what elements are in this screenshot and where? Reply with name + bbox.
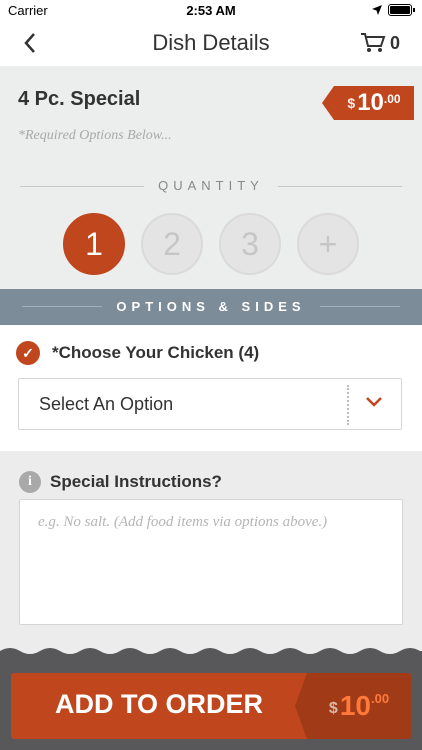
chicken-select-value: Select An Option	[39, 394, 174, 414]
price-cents: .00	[383, 92, 401, 106]
add-to-order-label: ADD TO ORDER	[54, 689, 263, 719]
quantity-heading: QUANTITY	[0, 177, 422, 195]
battery-icon	[388, 4, 415, 16]
dish-name: 4 Pc. Special	[18, 88, 141, 110]
quantity-label: QUANTITY	[144, 178, 278, 193]
required-note: *Required Options Below...	[18, 128, 172, 143]
status-right	[372, 4, 415, 16]
quantity-option-1[interactable]: 1	[63, 213, 125, 275]
options-header: OPTIONS & SIDES	[0, 289, 422, 325]
check-icon: ✓	[16, 341, 40, 365]
choose-chicken-label: *Choose Your Chicken (4)	[52, 343, 260, 362]
cart-count: 0	[389, 32, 400, 53]
options-label: OPTIONS & SIDES	[102, 299, 320, 314]
dish-section: 4 Pc. Special *Required Options Below...…	[0, 66, 422, 289]
price-amount: 10	[357, 89, 384, 116]
cart-icon	[360, 33, 386, 52]
price-tag: $ 10 .00	[322, 86, 414, 120]
special-instructions-label: Special Instructions?	[50, 472, 222, 491]
special-instructions-input[interactable]	[19, 499, 403, 625]
location-icon	[372, 5, 382, 15]
chevron-down-icon	[365, 392, 383, 415]
info-icon: i	[19, 471, 41, 493]
cart-button[interactable]: 0	[360, 32, 400, 54]
quantity-option-2[interactable]: 2	[141, 213, 203, 275]
quantity-add-more[interactable]: +	[297, 213, 359, 275]
price-currency: $	[347, 95, 356, 111]
special-instructions-section: i Special Instructions?	[0, 451, 422, 651]
options-heading: OPTIONS & SIDES	[0, 298, 422, 316]
order-total: $ 10 .00	[295, 673, 411, 739]
quantity-options: 1 2 3 +	[0, 213, 422, 275]
add-to-order-button[interactable]: ADD TO ORDER $ 10 .00	[11, 673, 411, 739]
status-time: 2:53 AM	[186, 3, 236, 18]
footer-bar: ADD TO ORDER $ 10 .00	[0, 655, 422, 750]
select-separator	[347, 385, 349, 425]
quantity-option-3[interactable]: 3	[219, 213, 281, 275]
page-title: Dish Details	[152, 30, 270, 55]
nav-bar: Dish Details 0	[0, 22, 422, 67]
order-total-amount: 10	[339, 690, 371, 721]
chicken-select[interactable]: Select An Option	[18, 378, 402, 430]
order-total-currency: $	[328, 700, 338, 717]
status-bar: Carrier 2:53 AM	[0, 0, 422, 22]
choose-chicken-section: ✓ *Choose Your Chicken (4) Select An Opt…	[0, 325, 422, 451]
order-total-cents: .00	[370, 691, 390, 706]
